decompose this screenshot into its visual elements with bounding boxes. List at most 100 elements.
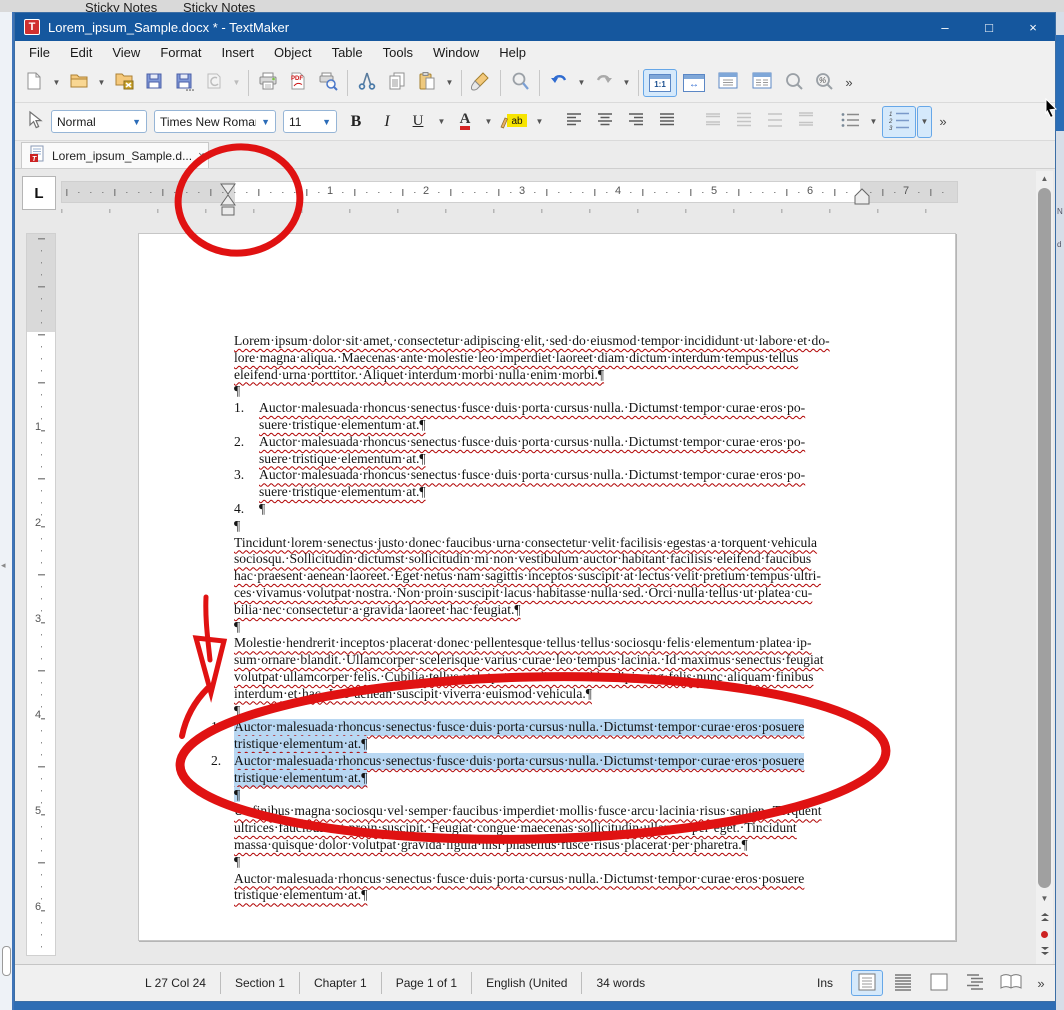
close-file-button[interactable]: [109, 69, 139, 97]
font-size-combo[interactable]: 11▼: [283, 110, 337, 133]
status-page-view-button[interactable]: [851, 970, 883, 996]
style-combo[interactable]: Normal▼: [51, 110, 147, 133]
align-right-button[interactable]: [621, 108, 651, 136]
numbering-button[interactable]: 123: [882, 106, 916, 138]
open-button[interactable]: [64, 69, 94, 97]
paste-button[interactable]: [412, 69, 442, 97]
save-button[interactable]: [139, 69, 169, 97]
italic-button[interactable]: I: [372, 108, 402, 136]
status-position[interactable]: L 27 Col 24: [131, 976, 220, 990]
bullets-button[interactable]: [835, 108, 865, 136]
zoom-100-button[interactable]: 1:1: [643, 69, 677, 97]
copy-button[interactable]: [382, 69, 412, 97]
menu-item-edit[interactable]: Edit: [60, 43, 102, 62]
redo-button[interactable]: [589, 69, 619, 97]
indent-marker[interactable]: [220, 182, 236, 216]
close-button[interactable]: ×: [1011, 13, 1055, 41]
next-page-button[interactable]: [1036, 943, 1053, 959]
tab-close-icon[interactable]: ×: [198, 150, 204, 162]
undo-dropdown[interactable]: ▼: [574, 69, 589, 97]
status-page[interactable]: Page 1 of 1: [382, 976, 471, 990]
vertical-ruler[interactable]: 123456: [26, 233, 56, 956]
horizontal-ruler[interactable]: 1234567: [61, 181, 958, 203]
status-continuous-view-button[interactable]: [887, 970, 919, 996]
previous-page-button[interactable]: [1036, 909, 1053, 925]
status-chapter[interactable]: Chapter 1: [300, 976, 381, 990]
versions-dropdown[interactable]: ▼: [229, 69, 244, 97]
numbering-dropdown[interactable]: ▼: [917, 106, 932, 138]
insert-mode-indicator[interactable]: Ins: [803, 976, 847, 990]
document-tab[interactable]: T Lorem_ipsum_Sample.d... ×: [21, 142, 209, 168]
line-spacing-2-button[interactable]: [760, 108, 790, 136]
fit-width-button[interactable]: ↔: [677, 69, 711, 97]
line-spacing-1-button[interactable]: [698, 108, 728, 136]
maximize-button[interactable]: □: [967, 13, 1011, 41]
underline-button[interactable]: U: [403, 108, 433, 136]
status-language[interactable]: English (United: [472, 976, 581, 990]
browse-object-button[interactable]: [1036, 926, 1053, 942]
highlight-button[interactable]: ab: [497, 108, 531, 136]
multi-page-view-button[interactable]: [745, 69, 779, 97]
zoom-button[interactable]: [779, 69, 809, 97]
scroll-down-icon[interactable]: ▼: [1036, 891, 1053, 906]
paste-dropdown[interactable]: ▼: [442, 69, 457, 97]
scroll-up-icon[interactable]: ▲: [1036, 171, 1053, 186]
zoom-percent-button[interactable]: %: [809, 69, 839, 97]
redo-dropdown[interactable]: ▼: [619, 69, 634, 97]
menu-item-insert[interactable]: Insert: [211, 43, 264, 62]
page[interactable]: Lorem·ipsum·dolor·sit·amet,·consectetur·…: [138, 233, 956, 941]
find-button[interactable]: [505, 69, 535, 97]
line-spacing-15-button[interactable]: [729, 108, 759, 136]
toolbar-overflow-button[interactable]: »: [839, 74, 859, 91]
object-mode-button[interactable]: [21, 108, 47, 136]
status-section[interactable]: Section 1: [221, 976, 299, 990]
status-overflow-button[interactable]: »: [1031, 975, 1051, 992]
minimize-button[interactable]: –: [923, 13, 967, 41]
underline-dropdown[interactable]: ▼: [434, 108, 449, 136]
font-combo[interactable]: Times New Romar▼: [154, 110, 276, 133]
status-words[interactable]: 34 words: [582, 976, 659, 990]
menu-item-window[interactable]: Window: [423, 43, 489, 62]
menu-item-file[interactable]: File: [19, 43, 60, 62]
page-view-button[interactable]: [711, 69, 745, 97]
align-left-button[interactable]: [559, 108, 589, 136]
save-all-button[interactable]: [169, 69, 199, 97]
menu-item-view[interactable]: View: [102, 43, 150, 62]
new-document-dropdown[interactable]: ▼: [49, 69, 64, 97]
menu-item-help[interactable]: Help: [489, 43, 536, 62]
right-indent-marker[interactable]: [854, 187, 870, 205]
line-spacing-2-icon: [765, 110, 785, 133]
format-paintbrush-button[interactable]: [466, 69, 496, 97]
scrollbar-thumb[interactable]: [1038, 188, 1051, 888]
panel-collapse-icon[interactable]: ◂: [1, 560, 6, 571]
bullets-dropdown[interactable]: ▼: [866, 108, 881, 136]
status-object-view-button[interactable]: [923, 970, 955, 996]
menu-item-table[interactable]: Table: [322, 43, 373, 62]
menu-item-object[interactable]: Object: [264, 43, 322, 62]
align-center-button[interactable]: [590, 108, 620, 136]
highlight-dropdown[interactable]: ▼: [532, 108, 547, 136]
status-outline-view-button[interactable]: [959, 970, 991, 996]
menu-item-tools[interactable]: Tools: [373, 43, 423, 62]
text-line: Lorem·ipsum·dolor·sit·amet,·consectetur·…: [234, 333, 866, 350]
export-pdf-button[interactable]: PDF: [283, 69, 313, 97]
list-number: [234, 417, 259, 434]
undo-button[interactable]: [544, 69, 574, 97]
justify-button[interactable]: [652, 108, 682, 136]
menu-item-format[interactable]: Format: [150, 43, 211, 62]
open-dropdown[interactable]: ▼: [94, 69, 109, 97]
print-preview-button[interactable]: [313, 69, 343, 97]
bold-button[interactable]: B: [341, 108, 371, 136]
font-color-dropdown[interactable]: ▼: [481, 108, 496, 136]
versions-button[interactable]: [199, 69, 229, 97]
cut-button[interactable]: [352, 69, 382, 97]
tab-stop-selector[interactable]: L: [22, 176, 56, 210]
new-document-button[interactable]: [19, 69, 49, 97]
magnifier-icon: [784, 71, 804, 94]
print-button[interactable]: [253, 69, 283, 97]
vertical-scrollbar[interactable]: ▲ ▼: [1036, 171, 1053, 964]
font-color-button[interactable]: A: [450, 108, 480, 136]
format-toolbar-overflow-button[interactable]: »: [933, 113, 953, 130]
paragraph-spacing-button[interactable]: [791, 108, 821, 136]
status-book-view-button[interactable]: [995, 970, 1027, 996]
